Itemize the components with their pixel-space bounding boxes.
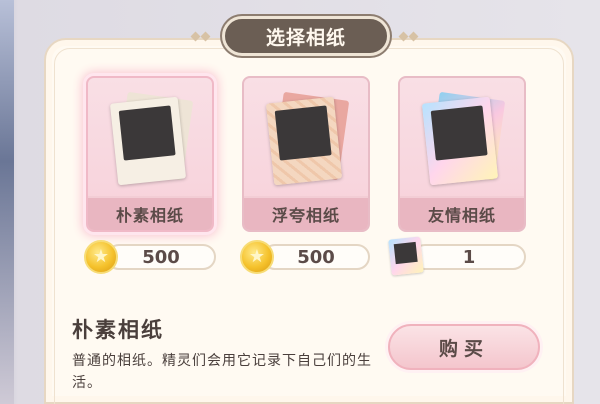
friendship-photo-paper-icon (421, 91, 506, 186)
dialog-title: 选择相纸 (222, 16, 390, 56)
paper-card-label: 朴素相纸 (88, 196, 212, 230)
price-plain: 500 (106, 244, 216, 270)
paper-card-label: 友情相纸 (400, 196, 524, 230)
banner-ornament-left (190, 31, 220, 42)
paper-card-label: 浮夸相纸 (244, 196, 368, 230)
gold-coin-icon: ★ (84, 240, 118, 274)
fancy-photo-paper-icon (265, 91, 350, 186)
price-friendship: 1 (412, 244, 526, 270)
paper-card-friendship[interactable]: 友情相纸 (398, 76, 526, 232)
background-strip (0, 0, 14, 404)
gold-coin-icon: ★ (240, 240, 274, 274)
banner-ornament-right (392, 31, 420, 42)
paper-card-plain[interactable]: 朴素相纸 (86, 76, 214, 232)
plain-photo-paper-icon (109, 91, 194, 186)
paper-card-fancy[interactable]: 浮夸相纸 (242, 76, 370, 232)
photo-paper-ticket-icon (388, 236, 424, 276)
selected-paper-description: 普通的相纸。精灵们会用它记录下自己们的生活。 (72, 353, 372, 391)
buy-button[interactable]: 购买 (388, 324, 540, 370)
selected-paper-title: 朴素相纸 (72, 318, 164, 342)
price-fancy: 500 (262, 244, 370, 270)
